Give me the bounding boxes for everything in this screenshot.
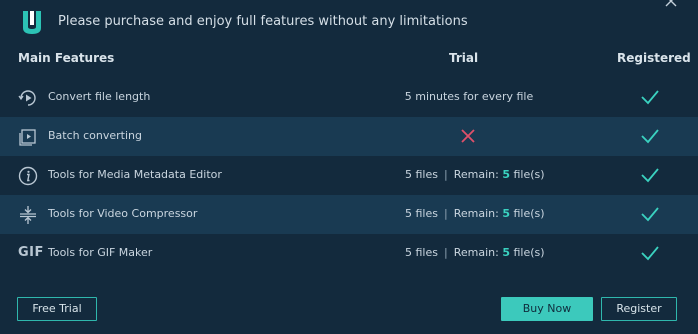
trial-remain-number: 5: [502, 168, 510, 181]
compress-icon: [20, 206, 36, 224]
trial-separator: |: [443, 246, 448, 259]
trial-value: 5 files | Remain: 5 file(s): [405, 246, 545, 259]
trial-remain-unit: file(s): [513, 168, 545, 181]
trial-value: 5 files | Remain: 5 file(s): [405, 168, 545, 181]
trial-files-count: 5 files: [405, 246, 438, 259]
trial-remain-unit: file(s): [513, 207, 545, 220]
trial-remain-number: 5: [502, 207, 510, 220]
register-button[interactable]: Register: [601, 297, 677, 321]
feature-row-metadata-editor: Tools for Media Metadata Editor 5 files |…: [0, 156, 698, 195]
trial-separator: |: [443, 207, 448, 220]
close-icon[interactable]: [664, 0, 678, 8]
feature-label: Batch converting: [48, 129, 142, 142]
header: Please purchase and enjoy full features …: [0, 0, 698, 46]
column-header-registered: Registered: [617, 51, 691, 65]
column-header-trial: Trial: [449, 51, 479, 65]
feature-label: Tools for Video Compressor: [48, 207, 198, 220]
app-logo-icon: [23, 11, 41, 34]
trial-value: 5 files | Remain: 5 file(s): [405, 207, 545, 220]
feature-row-gif-maker: GIF Tools for GIF Maker 5 files | Remain: …: [0, 234, 698, 273]
trial-remain-label: Remain:: [453, 207, 499, 220]
trial-files-count: 5 files: [405, 207, 438, 220]
feature-label: Tools for GIF Maker: [48, 246, 153, 259]
trial-value: 5 minutes for every file: [404, 90, 534, 103]
trial-remain-label: Remain:: [453, 246, 499, 259]
feature-row-convert-length: Convert file length 5 minutes for every …: [0, 78, 698, 117]
trial-separator: |: [443, 168, 448, 181]
check-icon: [641, 90, 659, 105]
feature-label: Tools for Media Metadata Editor: [48, 168, 222, 181]
trial-remain-number: 5: [502, 246, 510, 259]
feature-row-batch-converting: Batch converting: [0, 117, 698, 156]
batch-icon: [19, 129, 36, 146]
check-icon: [641, 207, 659, 222]
trial-files-count: 5 files: [405, 168, 438, 181]
gif-icon: GIF: [18, 245, 44, 260]
check-icon: [641, 246, 659, 261]
check-icon: [641, 168, 659, 183]
column-header-main-features: Main Features: [18, 51, 115, 65]
check-icon: [641, 129, 659, 144]
header-message: Please purchase and enjoy full features …: [58, 14, 468, 29]
trial-remain-label: Remain:: [453, 168, 499, 181]
feature-row-video-compressor: Tools for Video Compressor 5 files | Remai…: [0, 195, 698, 234]
trial-remain-unit: file(s): [513, 246, 545, 259]
free-trial-button[interactable]: Free Trial: [17, 297, 97, 321]
cross-icon: [461, 129, 475, 143]
buy-now-button[interactable]: Buy Now: [501, 297, 593, 321]
info-icon: [18, 166, 38, 186]
